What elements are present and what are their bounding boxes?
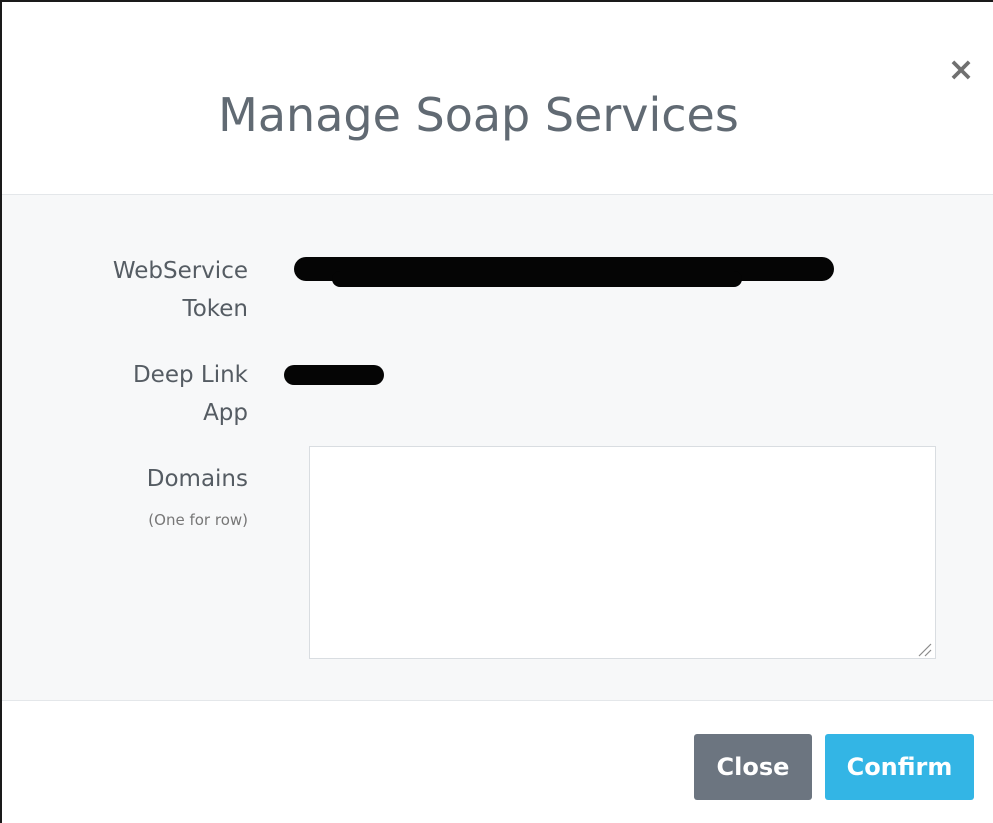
close-icon[interactable]: × bbox=[946, 52, 976, 86]
webservice-token-label-line2: Token bbox=[182, 296, 248, 322]
deep-link-app-label-line2: App bbox=[203, 400, 248, 426]
modal-header: Manage Soap Services × bbox=[2, 2, 993, 195]
modal-body: WebService Token Deep Link App Domains (… bbox=[2, 195, 993, 701]
deep-link-app-label-line1: Deep Link bbox=[132, 362, 248, 388]
webservice-token-value-redacted-part bbox=[332, 271, 742, 287]
domains-textarea[interactable] bbox=[309, 446, 936, 659]
resize-handle-icon[interactable] bbox=[916, 641, 932, 657]
confirm-button[interactable]: Confirm bbox=[825, 734, 974, 800]
domains-label: Domains bbox=[146, 466, 248, 492]
webservice-token-label-line1: WebService bbox=[112, 258, 248, 284]
webservice-token-label: WebService Token bbox=[113, 252, 248, 328]
modal-title: Manage Soap Services bbox=[218, 88, 739, 142]
deep-link-app-value-redacted bbox=[284, 365, 384, 385]
close-button[interactable]: Close bbox=[694, 734, 812, 800]
soap-services-modal: Manage Soap Services × WebService Token … bbox=[0, 0, 993, 823]
domains-hint: (One for row) bbox=[148, 511, 248, 529]
deep-link-app-label: Deep Link App bbox=[133, 356, 248, 432]
